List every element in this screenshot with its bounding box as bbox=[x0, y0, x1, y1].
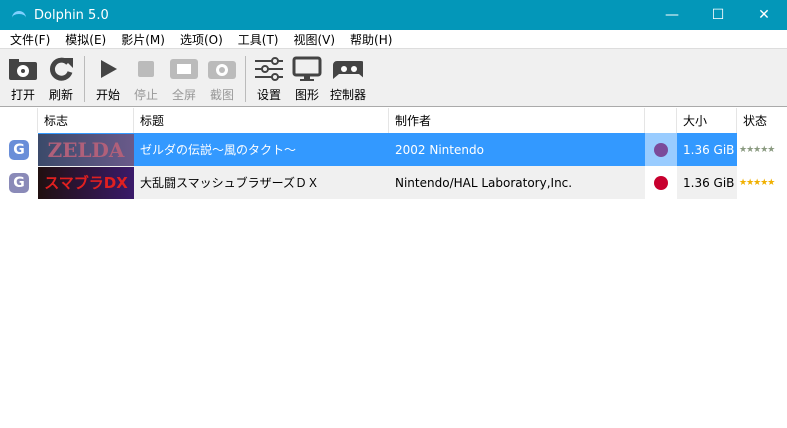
graphics-button[interactable]: 图形 bbox=[288, 56, 326, 103]
monitor-icon bbox=[292, 56, 322, 82]
rating-stars: ★★★★★ bbox=[739, 144, 775, 155]
game-title: 大乱闘スマッシュブラザーズＤＸ bbox=[134, 166, 389, 199]
game-list: 标志 标题 制作者 大小 状态 G ZELDA ゼルダの伝説～風のタクト～ 20… bbox=[0, 108, 787, 199]
maximize-button[interactable]: ☐ bbox=[695, 0, 741, 30]
camera-icon bbox=[207, 56, 237, 82]
game-maker: Nintendo/HAL Laboratory,Inc. bbox=[389, 166, 645, 199]
fullscreen-button[interactable]: 全屏 bbox=[165, 56, 203, 103]
col-platform[interactable] bbox=[0, 108, 38, 133]
play-icon bbox=[93, 56, 123, 82]
close-button[interactable]: ✕ bbox=[741, 0, 787, 30]
stop-button[interactable]: 停止 bbox=[127, 56, 165, 103]
game-maker: 2002 Nintendo bbox=[389, 133, 645, 166]
game-size: 1.36 GiB bbox=[677, 166, 737, 199]
controllers-button[interactable]: 控制器 bbox=[326, 56, 370, 103]
menu-movie[interactable]: 影片(M) bbox=[115, 31, 171, 48]
gamecube-icon: G bbox=[9, 172, 29, 193]
stop-icon bbox=[131, 56, 161, 82]
table-row[interactable]: G ZELDA ゼルダの伝説～風のタクト～ 2002 Nintendo 1.36… bbox=[0, 133, 787, 166]
menu-help[interactable]: 帮助(H) bbox=[344, 31, 398, 48]
region-flag-icon bbox=[654, 175, 668, 190]
col-maker[interactable]: 制作者 bbox=[389, 108, 645, 133]
rating-stars: ★★★★★ bbox=[739, 177, 775, 188]
menu-tools[interactable]: 工具(T) bbox=[232, 31, 285, 48]
table-header: 标志 标题 制作者 大小 状态 bbox=[0, 108, 787, 133]
gamecube-icon: G bbox=[9, 139, 29, 160]
sliders-icon bbox=[254, 56, 284, 82]
dolphin-logo-icon bbox=[12, 11, 26, 19]
col-banner[interactable]: 标志 bbox=[38, 108, 134, 133]
menu-file[interactable]: 文件(F) bbox=[4, 31, 56, 48]
screenshot-button[interactable]: 截图 bbox=[203, 56, 241, 103]
gamepad-icon bbox=[333, 56, 363, 82]
game-banner: スマブラDX bbox=[38, 166, 134, 199]
game-title: ゼルダの伝説～風のタクト～ bbox=[134, 133, 389, 166]
col-size[interactable]: 大小 bbox=[677, 108, 737, 133]
game-banner: ZELDA bbox=[38, 133, 134, 166]
col-title[interactable]: 标题 bbox=[134, 108, 389, 133]
col-state[interactable]: 状态 bbox=[737, 108, 787, 133]
open-button[interactable]: 打开 bbox=[4, 56, 42, 103]
menu-emulation[interactable]: 模拟(E) bbox=[59, 31, 112, 48]
toolbar-separator bbox=[245, 56, 246, 102]
title-bar: Dolphin 5.0 — ☐ ✕ bbox=[0, 0, 787, 30]
menu-options[interactable]: 选项(O) bbox=[174, 31, 229, 48]
region-flag-icon bbox=[654, 142, 668, 157]
folder-disc-icon bbox=[8, 56, 38, 82]
refresh-button[interactable]: 刷新 bbox=[42, 56, 80, 103]
window-title: Dolphin 5.0 bbox=[34, 7, 109, 23]
toolbar: 打开 刷新 开始 停止 全屏 截图 设置 图形 控制器 bbox=[0, 49, 787, 107]
refresh-icon bbox=[46, 56, 76, 82]
minimize-button[interactable]: — bbox=[649, 0, 695, 30]
game-size: 1.36 GiB bbox=[677, 133, 737, 166]
toolbar-separator bbox=[84, 56, 85, 102]
col-region[interactable] bbox=[645, 108, 677, 133]
fullscreen-icon bbox=[169, 56, 199, 82]
table-row[interactable]: G スマブラDX 大乱闘スマッシュブラザーズＤＸ Nintendo/HAL La… bbox=[0, 166, 787, 199]
menu-bar: 文件(F) 模拟(E) 影片(M) 选项(O) 工具(T) 视图(V) 帮助(H… bbox=[0, 30, 787, 49]
config-button[interactable]: 设置 bbox=[250, 56, 288, 103]
play-button[interactable]: 开始 bbox=[89, 56, 127, 103]
menu-view[interactable]: 视图(V) bbox=[287, 31, 341, 48]
